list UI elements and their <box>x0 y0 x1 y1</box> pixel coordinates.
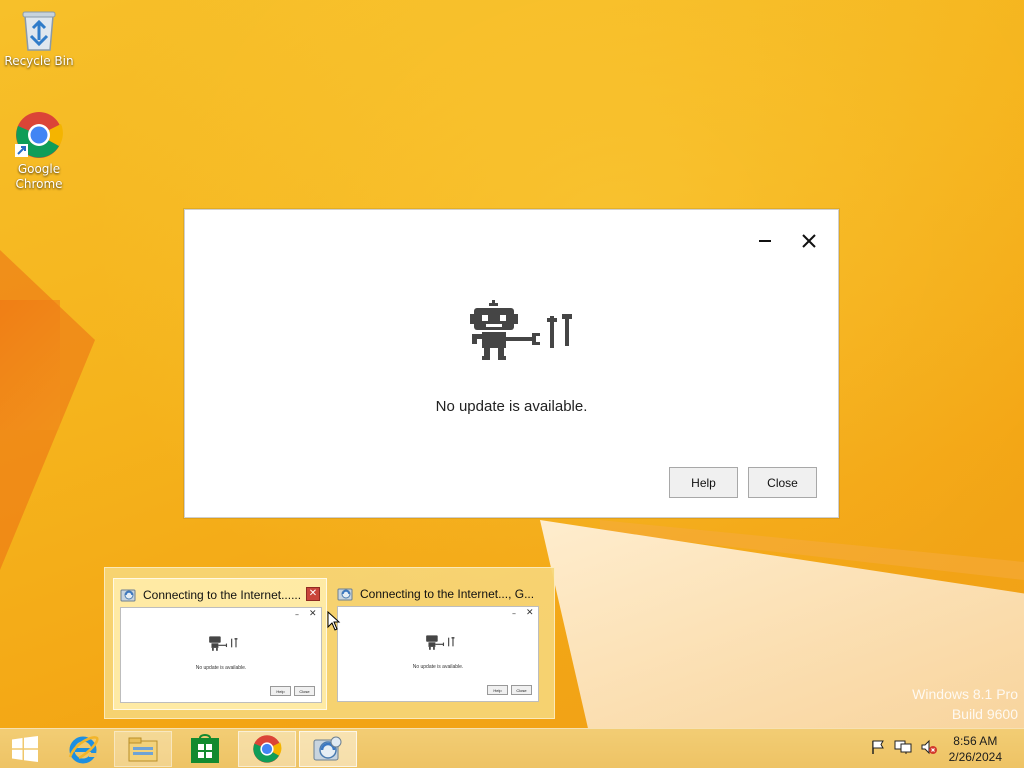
close-icon <box>802 234 816 248</box>
thumbnail-window-2[interactable]: Connecting to the Internet..., G... – ✕ … <box>331 578 545 710</box>
thumbnail-preview: – ✕ No update is available. Help Close <box>337 606 539 702</box>
updater-app-icon <box>313 736 342 761</box>
thumbnail-preview: – ✕ No update is available. Help Close <box>120 607 322 703</box>
chrome-icon <box>253 735 282 763</box>
volume-muted-icon[interactable] <box>920 739 938 755</box>
recycle-bin-icon <box>22 11 56 51</box>
update-dialog: No update is available. Help Close <box>184 209 839 518</box>
robot-with-tools-icon <box>426 635 455 650</box>
thumbnail-help-button: Help <box>270 686 291 696</box>
thumbnail-message: No update is available. <box>195 665 247 671</box>
flag-icon[interactable] <box>870 739 886 755</box>
thumbnail-close-dialog-button: Close <box>294 686 315 696</box>
close-icon: ✕ <box>526 608 534 618</box>
dialog-message: No update is available. <box>435 398 588 415</box>
internet-explorer-icon <box>68 736 99 764</box>
minimize-icon: – <box>512 609 516 618</box>
desktop-icon-label: Recycle Bin <box>4 54 74 68</box>
wallpaper-shape-bottom-2 <box>600 520 1024 580</box>
clock-date: 2/26/2024 <box>948 750 1002 764</box>
thumbnail-message: No update is available. <box>412 664 464 670</box>
taskbar-clock[interactable]: 8:56 AM 2/26/2024 <box>949 733 1002 765</box>
thumbnail-header: Connecting to the Internet..., G... <box>337 585 539 603</box>
windows-logo-icon <box>12 736 38 762</box>
taskbar-thumbnail-popup: Connecting to the Internet...... ✕ – ✕ N… <box>104 567 555 719</box>
system-tray <box>870 739 938 755</box>
chrome-icon <box>15 112 63 158</box>
close-icon: ✕ <box>309 609 317 619</box>
folder-icon <box>128 737 158 762</box>
taskbar: 8:56 AM 2/26/2024 <box>0 728 1024 768</box>
close-window-button[interactable] <box>794 228 824 254</box>
thumbnail-close-dialog-button: Close <box>511 685 532 695</box>
thumbnail-header: Connecting to the Internet...... ✕ <box>120 586 320 604</box>
minimize-button[interactable] <box>750 228 780 254</box>
thumbnail-help-button: Help <box>487 685 508 695</box>
taskbar-internet-explorer[interactable] <box>54 731 112 767</box>
taskbar-google-chrome[interactable] <box>238 731 296 767</box>
start-button[interactable] <box>0 731 50 767</box>
watermark-build: Build 9600 <box>951 706 1018 722</box>
thumbnail-title: Connecting to the Internet..., G... <box>360 587 535 601</box>
robot-with-tools-icon <box>470 300 572 360</box>
mouse-cursor-icon <box>327 611 341 631</box>
wallpaper-shape-left-2 <box>0 300 60 430</box>
robot-with-tools-icon <box>209 636 238 651</box>
store-icon <box>191 734 219 763</box>
watermark-edition: Windows 8.1 Pro <box>912 686 1018 702</box>
thumbnail-close-button[interactable]: ✕ <box>306 587 320 601</box>
desktop-icon-google-chrome[interactable]: Google Chrome <box>1 110 77 192</box>
taskbar-file-explorer[interactable] <box>114 731 172 767</box>
desktop-icon-recycle-bin[interactable]: Recycle Bin <box>1 6 77 69</box>
thumbnail-window-1[interactable]: Connecting to the Internet...... ✕ – ✕ N… <box>113 578 327 710</box>
wallpaper-shape-left <box>0 250 95 570</box>
help-button[interactable]: Help <box>669 467 738 498</box>
minimize-icon: – <box>295 610 299 619</box>
updater-app-icon <box>120 589 136 602</box>
taskbar-updater[interactable] <box>299 731 357 767</box>
updater-app-icon <box>337 588 353 601</box>
taskbar-windows-store[interactable] <box>176 731 234 767</box>
clock-time: 8:56 AM <box>953 734 998 748</box>
desktop-icon-label: Google Chrome <box>15 162 63 191</box>
minimize-icon <box>759 240 771 242</box>
thumbnail-title: Connecting to the Internet...... <box>143 588 302 602</box>
close-button[interactable]: Close <box>748 467 817 498</box>
network-icon[interactable] <box>894 739 912 755</box>
windows-watermark: Windows 8.1 Pro Build 9600 <box>912 684 1018 724</box>
